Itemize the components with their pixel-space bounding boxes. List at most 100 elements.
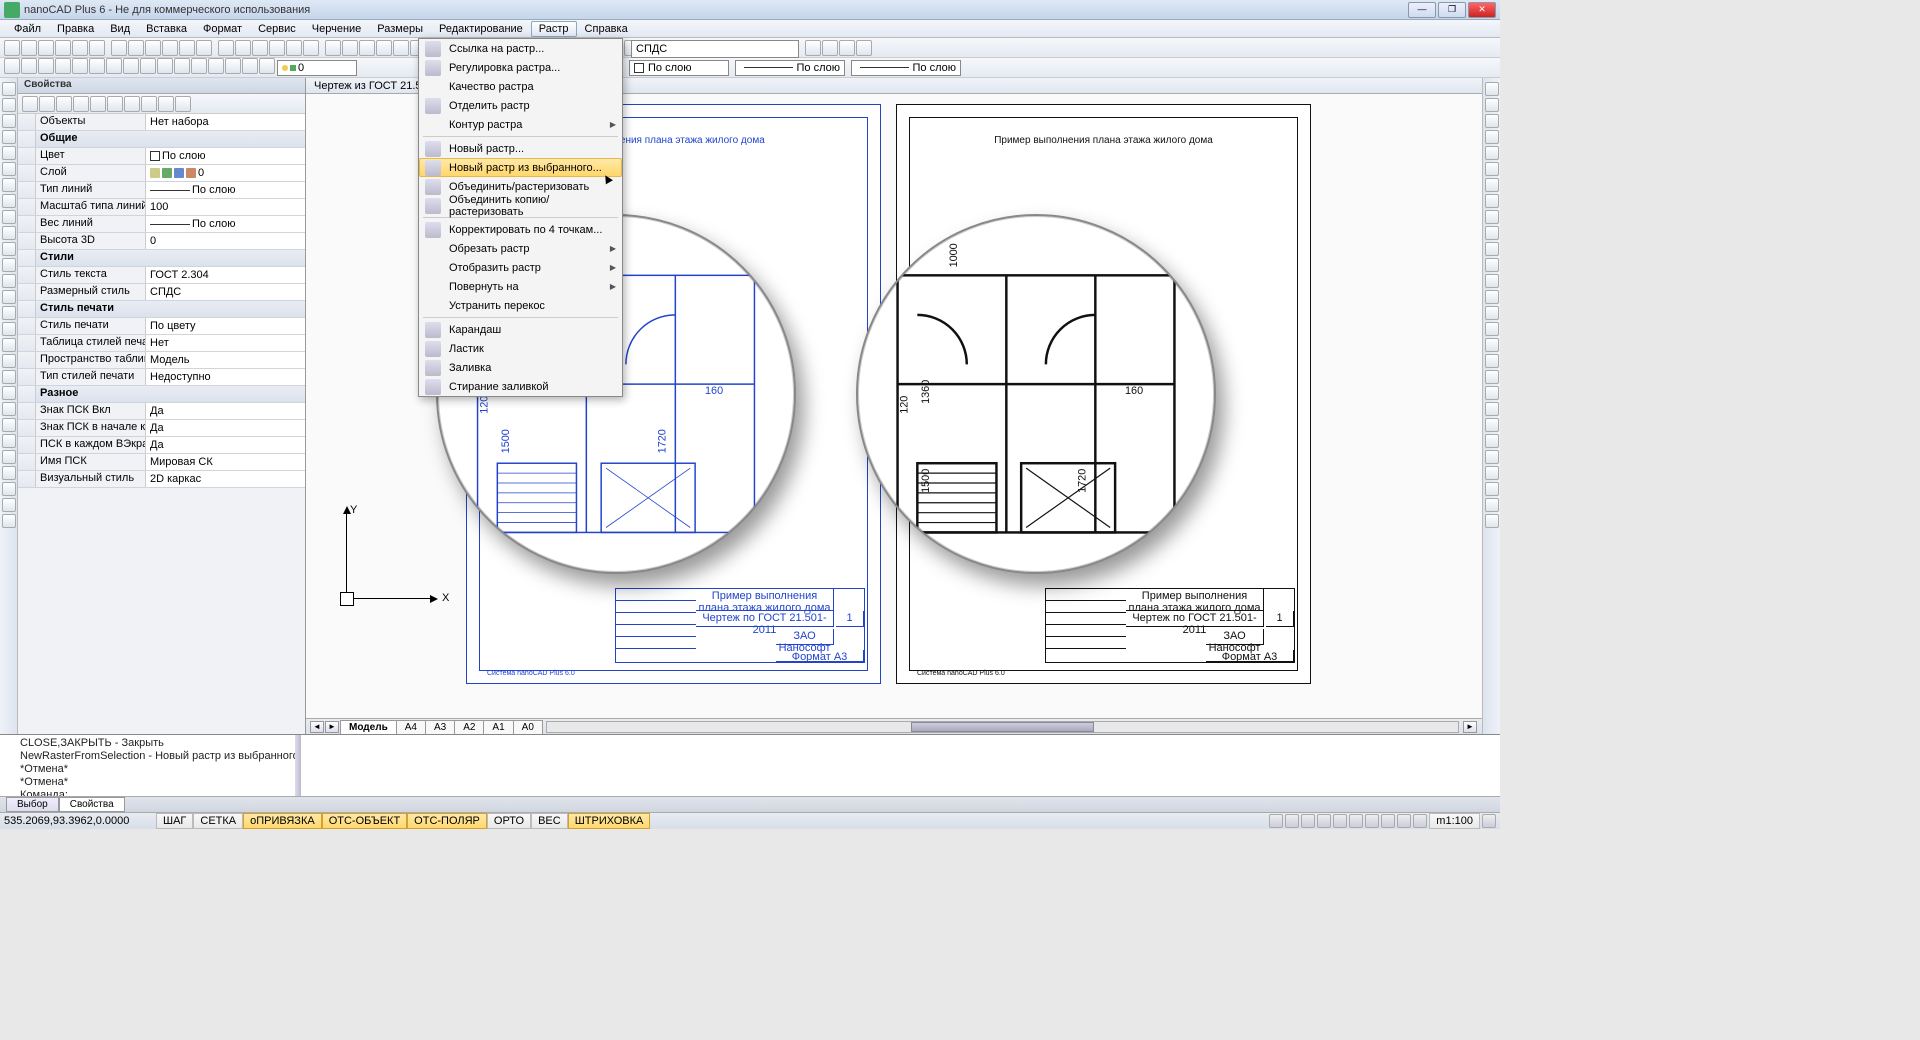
menu-item[interactable]: Новый растр...: [419, 139, 622, 158]
toolbar-button[interactable]: [822, 40, 838, 56]
bylayer-lineweight-combo[interactable]: По слою: [851, 60, 961, 76]
tool-button[interactable]: [1485, 370, 1499, 384]
viewport-tab[interactable]: A1: [483, 720, 513, 734]
tool-button[interactable]: [2, 82, 16, 96]
status-toggle-ШТРИХОВКА[interactable]: ШТРИХОВКА: [568, 813, 651, 829]
toolbar-button[interactable]: [89, 58, 105, 74]
tool-button[interactable]: [2, 242, 16, 256]
tab-next-button[interactable]: ►: [325, 721, 339, 733]
prop-value[interactable]: Недоступно: [146, 369, 305, 385]
menu-item[interactable]: Новый растр из выбранного...: [419, 158, 622, 177]
prop-value[interactable]: По цвету: [146, 318, 305, 334]
tool-button[interactable]: [2, 450, 16, 464]
menu-вид[interactable]: Вид: [102, 21, 138, 37]
menu-item[interactable]: Устранить перекос: [419, 296, 622, 315]
tool-button[interactable]: [1485, 178, 1499, 192]
viewport-tab[interactable]: A4: [396, 720, 426, 734]
prop-value[interactable]: СПДС: [146, 284, 305, 300]
toolbar-button[interactable]: [376, 40, 392, 56]
prop-value[interactable]: 2D каркас: [146, 471, 305, 487]
props-toolbar-button[interactable]: [141, 96, 157, 112]
maximize-button[interactable]: ❐: [1438, 2, 1466, 18]
toolbar-button[interactable]: [242, 58, 258, 74]
tool-button[interactable]: [1485, 226, 1499, 240]
tool-button[interactable]: [1485, 514, 1499, 528]
tool-button[interactable]: [2, 370, 16, 384]
tool-button[interactable]: [2, 162, 16, 176]
status-icon[interactable]: [1349, 814, 1363, 828]
menu-item[interactable]: Стирание заливкой: [419, 377, 622, 396]
toolbar-button[interactable]: [106, 58, 122, 74]
tool-button[interactable]: [1485, 338, 1499, 352]
tool-button[interactable]: [1485, 210, 1499, 224]
menu-растр[interactable]: Растр: [531, 21, 577, 37]
tool-button[interactable]: [1485, 194, 1499, 208]
prop-value[interactable]: ГОСТ 2.304: [146, 267, 305, 283]
tool-button[interactable]: [2, 386, 16, 400]
toolbar-button[interactable]: [21, 58, 37, 74]
menu-вставка[interactable]: Вставка: [138, 21, 195, 37]
status-toggle-ОТС-ОБЪЕКТ[interactable]: ОТС-ОБЪЕКТ: [322, 813, 407, 829]
menu-item[interactable]: Регулировка растра...: [419, 58, 622, 77]
tool-button[interactable]: [2, 466, 16, 480]
toolbar-button[interactable]: [157, 58, 173, 74]
toolbar-button[interactable]: [191, 58, 207, 74]
toolbar-button[interactable]: [140, 58, 156, 74]
toolbar-button[interactable]: [259, 58, 275, 74]
tool-button[interactable]: [2, 226, 16, 240]
viewport-tab[interactable]: A3: [425, 720, 455, 734]
prop-value[interactable]: По слою: [146, 216, 305, 232]
tool-button[interactable]: [1485, 258, 1499, 272]
toolbar-button[interactable]: [179, 40, 195, 56]
tool-button[interactable]: [1485, 354, 1499, 368]
toolbar-button[interactable]: [4, 58, 20, 74]
tool-button[interactable]: [2, 322, 16, 336]
toolbar-button[interactable]: [72, 40, 88, 56]
viewport-tab[interactable]: A2: [454, 720, 484, 734]
close-button[interactable]: ✕: [1468, 2, 1496, 18]
prop-value[interactable]: 100: [146, 199, 305, 215]
menu-файл[interactable]: Файл: [6, 21, 49, 37]
objects-value[interactable]: Нет набора: [146, 114, 305, 130]
tool-button[interactable]: [1485, 130, 1499, 144]
toolbar-button[interactable]: [235, 40, 251, 56]
menu-формат[interactable]: Формат: [195, 21, 250, 37]
toolbar-button[interactable]: [225, 58, 241, 74]
toolbar-button[interactable]: [123, 58, 139, 74]
toolbar-button[interactable]: [325, 40, 341, 56]
toolbar-button[interactable]: [342, 40, 358, 56]
props-toolbar-button[interactable]: [107, 96, 123, 112]
menu-item[interactable]: Карандаш: [419, 320, 622, 339]
tool-button[interactable]: [2, 290, 16, 304]
menu-черчение[interactable]: Черчение: [304, 21, 370, 37]
status-icon[interactable]: [1381, 814, 1395, 828]
tool-button[interactable]: [2, 258, 16, 272]
tool-button[interactable]: [2, 498, 16, 512]
toolbar-button[interactable]: [805, 40, 821, 56]
toolbar-button[interactable]: [128, 40, 144, 56]
toolbar-button[interactable]: [38, 58, 54, 74]
prop-value[interactable]: Да: [146, 403, 305, 419]
tool-button[interactable]: [2, 146, 16, 160]
menu-item[interactable]: Качество растра: [419, 77, 622, 96]
tool-button[interactable]: [2, 194, 16, 208]
tab-prev-button[interactable]: ◄: [310, 721, 324, 733]
bylayer-color-combo[interactable]: По слою: [629, 60, 729, 76]
prop-value[interactable]: Мировая СК: [146, 454, 305, 470]
toolbar-button[interactable]: [72, 58, 88, 74]
spds-combo[interactable]: СПДС: [631, 40, 799, 58]
tool-button[interactable]: [1485, 450, 1499, 464]
tool-button[interactable]: [2, 338, 16, 352]
menu-item[interactable]: Контур растра▶: [419, 115, 622, 134]
tool-button[interactable]: [2, 402, 16, 416]
toolbar-button[interactable]: [856, 40, 872, 56]
menu-item[interactable]: Отобразить растр▶: [419, 258, 622, 277]
tool-button[interactable]: [1485, 418, 1499, 432]
tool-button[interactable]: [2, 434, 16, 448]
tool-button[interactable]: [1485, 98, 1499, 112]
toolbar-button[interactable]: [196, 40, 212, 56]
tool-button[interactable]: [1485, 322, 1499, 336]
h-scrollbar[interactable]: [546, 721, 1459, 733]
prop-value[interactable]: Нет: [146, 335, 305, 351]
status-icon[interactable]: [1285, 814, 1299, 828]
